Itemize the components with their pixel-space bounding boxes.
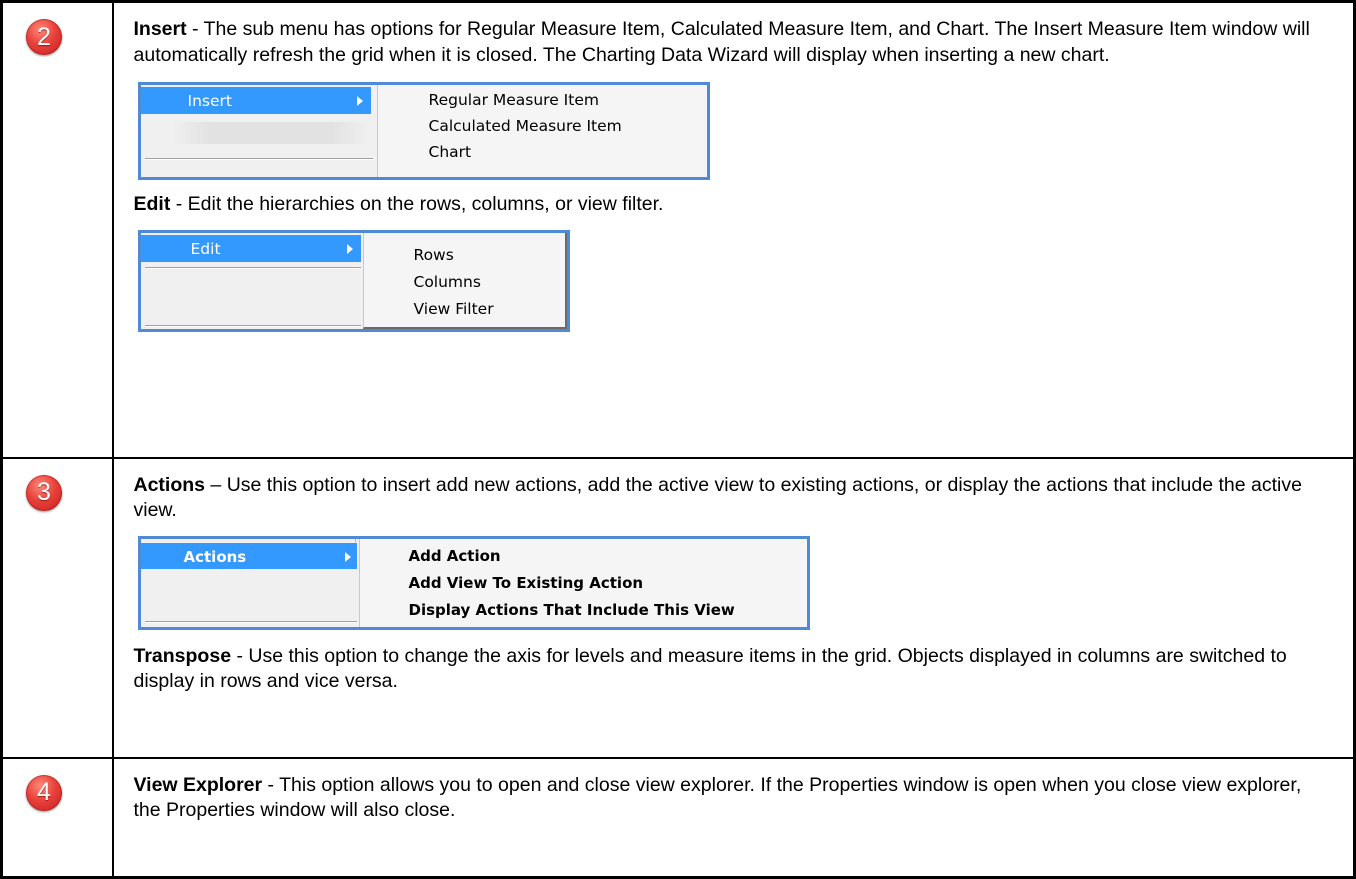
step-content-cell: Actions – Use this option to insert add … bbox=[111, 456, 1356, 759]
submenu-item-rows[interactable]: Rows bbox=[364, 243, 565, 268]
submenu-item-view-filter[interactable]: View Filter bbox=[364, 297, 565, 322]
step-3-badge-icon: 3 bbox=[26, 474, 62, 511]
edit-submenu: Rows Columns View Filter bbox=[362, 232, 567, 329]
submenu-arrow-icon bbox=[344, 551, 351, 562]
submenu-item-calculated-measure-item[interactable]: Calculated Measure Item bbox=[378, 114, 707, 139]
submenu-arrow-icon bbox=[346, 243, 353, 254]
actions-menu-item[interactable]: Actions bbox=[140, 542, 357, 569]
actions-text: – Use this option to insert add new acti… bbox=[133, 473, 1302, 522]
table-row: 2 Insert - The sub menu has options for … bbox=[0, 0, 1356, 459]
edit-description: Edit - Edit the hierarchies on the rows,… bbox=[134, 192, 1332, 218]
step-content-cell: View Explorer - This option allows you t… bbox=[111, 756, 1356, 879]
step-4-badge-icon: 4 bbox=[26, 774, 62, 811]
menu-separator bbox=[144, 324, 361, 327]
transpose-description: Transpose - Use this option to change th… bbox=[134, 644, 1332, 695]
menu-separator bbox=[144, 620, 357, 623]
edit-text: - Edit the hierarchies on the rows, colu… bbox=[170, 193, 664, 215]
insert-term: Insert bbox=[133, 18, 187, 40]
step-content-cell: Insert - The sub menu has options for Re… bbox=[111, 0, 1356, 459]
view-explorer-term: View Explorer bbox=[133, 773, 263, 796]
step-number-cell: 3 bbox=[0, 456, 114, 759]
edit-menu-screenshot: Edit Rows Columns View Filter bbox=[137, 229, 570, 332]
view-explorer-description: View Explorer - This option allows you t… bbox=[134, 773, 1332, 824]
insert-text: - The sub menu has options for Regular M… bbox=[133, 18, 1310, 66]
insert-submenu: Regular Measure Item Calculated Measure … bbox=[376, 85, 707, 177]
transpose-text: - Use this option to change the axis for… bbox=[133, 644, 1287, 693]
actions-term: Actions bbox=[133, 473, 206, 496]
submenu-item-add-action[interactable]: Add Action bbox=[360, 544, 807, 569]
table-row: 4 View Explorer - This option allows you… bbox=[0, 756, 1356, 879]
submenu-item-regular-measure-item[interactable]: Regular Measure Item bbox=[378, 88, 707, 113]
actions-submenu: Add Action Add View To Existing Action D… bbox=[358, 538, 807, 627]
edit-term: Edit bbox=[133, 193, 171, 215]
insert-description: Insert - The sub menu has options for Re… bbox=[134, 17, 1332, 68]
menu-separator bbox=[144, 158, 373, 160]
actions-description: Actions – Use this option to insert add … bbox=[134, 473, 1332, 524]
instructions-table: 2 Insert - The sub menu has options for … bbox=[0, 0, 1356, 879]
actions-menu-screenshot: Actions Add Action Add View To Existing … bbox=[137, 535, 810, 630]
menu-separator bbox=[144, 266, 361, 269]
edit-menu-item[interactable]: Edit bbox=[140, 234, 361, 262]
insert-menu-item[interactable]: Insert bbox=[140, 87, 371, 114]
insert-menu-screenshot: Insert Regular Measure Item Calculated M… bbox=[137, 82, 710, 180]
submenu-arrow-icon bbox=[356, 96, 363, 106]
transpose-term: Transpose bbox=[133, 644, 232, 667]
step-number-cell: 4 bbox=[0, 756, 114, 879]
submenu-item-columns[interactable]: Columns bbox=[364, 270, 565, 295]
step-number-cell: 2 bbox=[0, 0, 114, 459]
step-2-badge-icon: 2 bbox=[26, 19, 62, 55]
submenu-item-add-view-to-existing-action[interactable]: Add View To Existing Action bbox=[360, 571, 807, 596]
view-explorer-text: - This option allows you to open and clo… bbox=[133, 773, 1302, 822]
submenu-item-chart[interactable]: Chart bbox=[378, 140, 707, 165]
submenu-item-display-actions-that-include-this-view[interactable]: Display Actions That Include This View bbox=[360, 598, 807, 623]
table-row: 3 Actions – Use this option to insert ad… bbox=[0, 456, 1356, 759]
